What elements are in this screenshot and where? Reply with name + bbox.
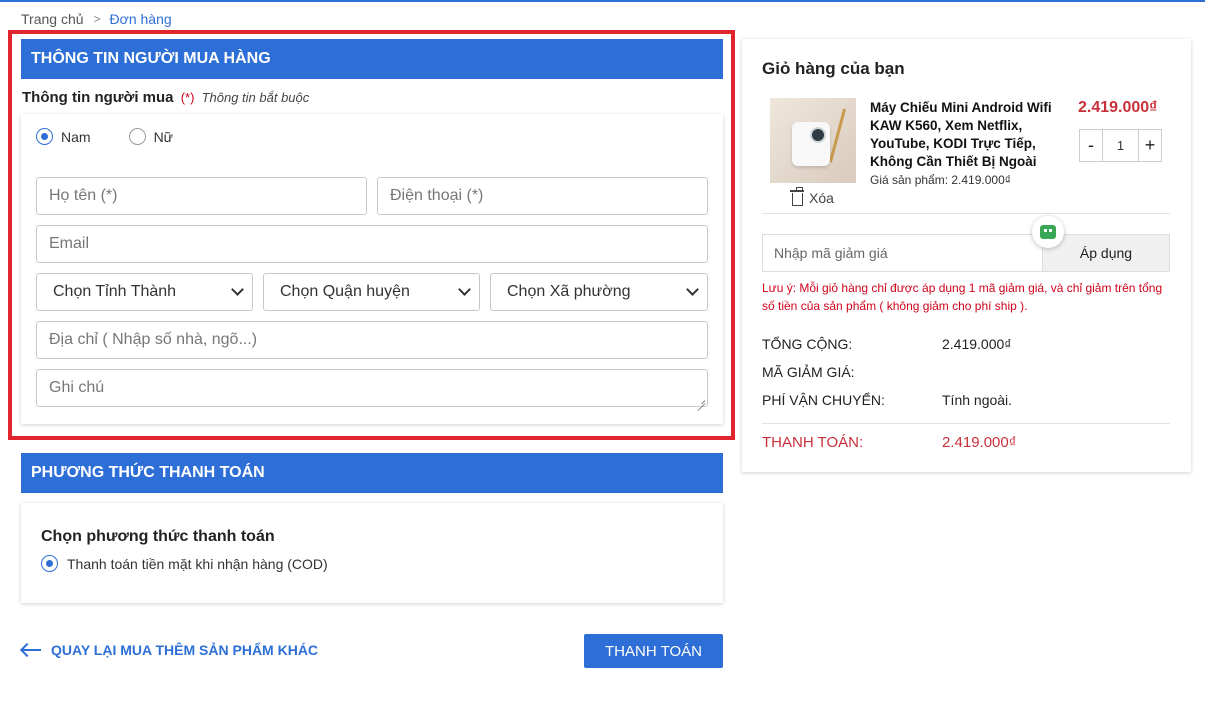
quantity-input[interactable]: 1 xyxy=(1102,130,1139,161)
product-unit-price: Giá sản phẩm: 2.419.000₫ xyxy=(870,173,1011,187)
divider xyxy=(762,213,1170,214)
divider xyxy=(762,423,1170,424)
summary-pay-row: THANH TOÁN: 2.419.000₫ xyxy=(762,434,1016,451)
summary-pay-label: THANH TOÁN: xyxy=(762,434,864,451)
radio-unchecked-icon xyxy=(128,128,146,145)
required-mark: (*) xyxy=(180,90,195,105)
trash-icon xyxy=(790,187,804,206)
buyer-form: Nam Nữ Họ tên (*) Điện thoại (*) Email C… xyxy=(21,114,723,424)
breadcrumb-current: Đơn hàng xyxy=(109,11,172,27)
buyer-subtitle: Thông tin người mua (*) Thông tin bắt bu… xyxy=(22,89,309,106)
gender-female-label: Nữ xyxy=(153,128,174,145)
buyer-info-section: THÔNG TIN NGƯỜI MUA HÀNG Thông tin người… xyxy=(8,30,735,440)
payment-method-card: Chọn phương thức thanh toán Thanh toán t… xyxy=(21,503,723,603)
payment-choose-title: Chọn phương thức thanh toán xyxy=(41,528,275,545)
top-accent-line xyxy=(0,0,1205,2)
product-name[interactable]: Máy Chiếu Mini Android Wifi KAW K560, Xe… xyxy=(870,99,1065,171)
radio-checked-icon xyxy=(36,128,53,145)
quantity-decrease-button[interactable]: - xyxy=(1080,130,1102,161)
chevron-down-icon xyxy=(686,283,699,296)
note-textarea[interactable]: Ghi chú xyxy=(36,369,708,407)
remove-item-label: Xóa xyxy=(809,190,834,206)
cart-panel: Giỏ hàng của bạn Máy Chiếu Mini Android … xyxy=(742,39,1191,472)
district-select[interactable]: Chọn Quận huyện xyxy=(263,273,480,311)
gender-male-label: Nam xyxy=(61,128,91,145)
summary-shipping-row: PHÍ VẬN CHUYỂN: Tính ngoài. xyxy=(762,392,1012,408)
ward-select[interactable]: Chọn Xã phường xyxy=(490,273,708,311)
address-input[interactable]: Địa chỉ ( Nhập số nhà, ngõ...) xyxy=(36,321,708,359)
gender-radio-group: Nam Nữ xyxy=(36,128,211,145)
email-input[interactable]: Email xyxy=(36,225,708,263)
ward-select-value: Chọn Xã phường xyxy=(507,283,631,300)
back-to-shopping-link[interactable]: QUAY LẠI MUA THÊM SẢN PHẨM KHÁC xyxy=(21,642,318,658)
phone-input[interactable]: Điện thoại (*) xyxy=(377,177,708,215)
district-select-value: Chọn Quận huyện xyxy=(280,283,410,300)
summary-discount-row: MÃ GIẢM GIÁ: xyxy=(762,364,942,380)
summary-pay-value: 2.419.000₫ xyxy=(942,434,1017,451)
summary-total-row: TỔNG CỘNG: 2.419.000₫ xyxy=(762,336,1011,352)
quantity-increase-button[interactable]: + xyxy=(1139,130,1161,161)
gender-male-radio[interactable]: Nam xyxy=(36,128,91,145)
province-select-value: Chọn Tỉnh Thành xyxy=(53,283,177,300)
chevron-down-icon xyxy=(231,283,244,296)
breadcrumb-home-link[interactable]: Trang chủ xyxy=(21,11,84,27)
name-input[interactable]: Họ tên (*) xyxy=(36,177,367,215)
summary-total-label: TỔNG CỘNG: xyxy=(762,336,853,352)
checkout-button[interactable]: THANH TOÁN xyxy=(584,634,723,668)
cart-title: Giỏ hàng của bạn xyxy=(762,59,905,78)
product-image xyxy=(770,98,856,183)
back-to-shopping-label: QUAY LẠI MUA THÊM SẢN PHẨM KHÁC xyxy=(51,642,319,658)
summary-shipping-label: PHÍ VẬN CHUYỂN: xyxy=(762,392,885,408)
coupon-input[interactable]: Nhập mã giảm giá xyxy=(762,234,1042,272)
summary-discount-label: MÃ GIẢM GIÁ: xyxy=(762,364,855,380)
quantity-stepper: - 1 + xyxy=(1079,129,1162,162)
payment-section-title: PHƯƠNG THỨC THANH TOÁN xyxy=(21,453,723,493)
radio-checked-icon xyxy=(41,555,58,572)
payment-cod-radio[interactable]: Thanh toán tiền mặt khi nhận hàng (COD) xyxy=(41,555,328,572)
note-textarea-placeholder: Ghi chú xyxy=(49,379,105,396)
province-select[interactable]: Chọn Tỉnh Thành xyxy=(36,273,253,311)
chevron-right-icon: > xyxy=(93,12,101,26)
coupon-note: Lưu ý: Mỗi giỏ hàng chỉ được áp dụng 1 m… xyxy=(762,281,1163,313)
chevron-down-icon xyxy=(458,283,471,296)
resize-handle-icon[interactable] xyxy=(697,396,705,404)
buyer-section-title: THÔNG TIN NGƯỜI MUA HÀNG xyxy=(21,39,723,79)
payment-cod-label: Thanh toán tiền mặt khi nhận hàng (COD) xyxy=(67,555,328,572)
arrow-left-icon xyxy=(21,649,41,651)
remove-item-button[interactable]: Xóa xyxy=(790,187,834,206)
summary-shipping-value: Tính ngoài. xyxy=(942,392,1013,408)
breadcrumb: Trang chủ > Đơn hàng xyxy=(21,11,172,27)
gender-female-radio[interactable]: Nữ xyxy=(128,128,174,145)
summary-total-value: 2.419.000₫ xyxy=(942,336,1012,352)
chatbot-icon[interactable] xyxy=(1032,216,1064,248)
buyer-subtitle-label: Thông tin người mua xyxy=(22,89,174,106)
required-note: Thông tin bắt buộc xyxy=(201,90,310,105)
product-price: 2.419.000₫ xyxy=(1078,99,1158,116)
